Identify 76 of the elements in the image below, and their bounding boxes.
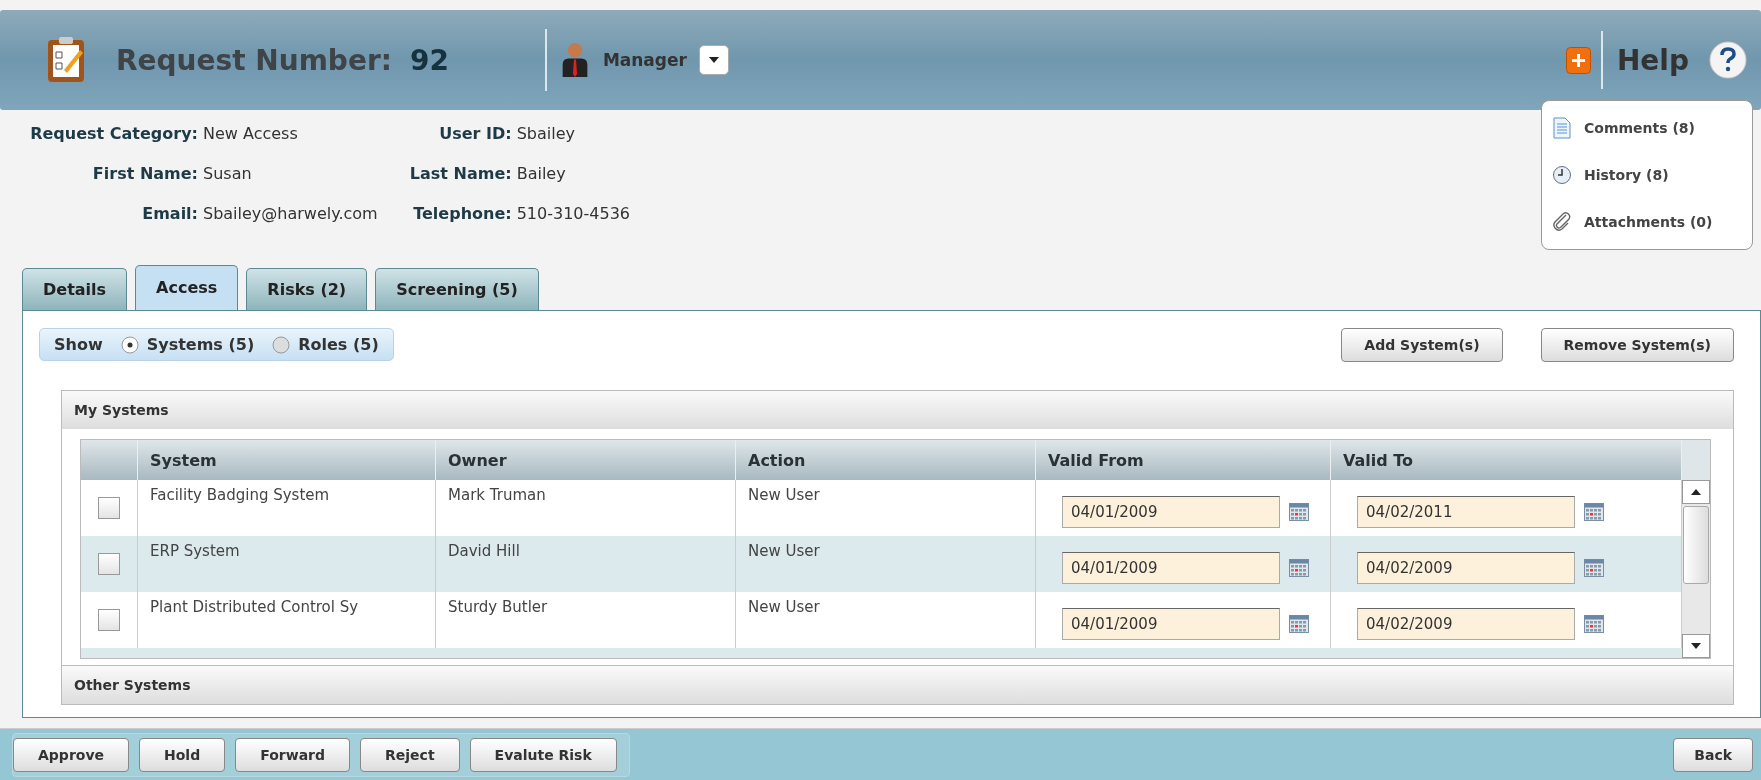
request-number-label: Request Number: [116, 43, 392, 77]
side-link[interactable]: History (8) [1584, 167, 1669, 183]
table-cell: David Hill [436, 536, 736, 592]
arrow-up-icon [1691, 489, 1701, 495]
document-icon [1552, 117, 1572, 140]
column-header[interactable]: Action [736, 440, 1036, 480]
date-field[interactable]: 04/01/2009 [1062, 496, 1280, 528]
side-link[interactable]: Comments (8) [1584, 120, 1695, 137]
arrow-down-icon [1691, 643, 1701, 649]
footer-button[interactable]: Forward [235, 738, 350, 772]
field-label: Telephone: [412, 204, 512, 223]
footer-button[interactable]: Hold [139, 738, 226, 772]
tab[interactable]: Details [22, 268, 128, 310]
column-header[interactable]: Owner [436, 440, 736, 480]
help-link[interactable]: Help [1616, 43, 1689, 77]
checkbox[interactable] [98, 497, 120, 519]
header-cell [81, 440, 138, 480]
action-button[interactable]: Remove System(s) [1540, 327, 1734, 362]
footer-button[interactable]: Reject [360, 738, 460, 772]
tab[interactable]: Risks (2) [246, 268, 368, 310]
column-header[interactable]: Valid To [1331, 440, 1682, 480]
field-label: Last Name: [408, 164, 512, 183]
radio-label[interactable]: Systems (5) [146, 335, 255, 354]
field-value: Susan [203, 164, 253, 183]
calendar-icon[interactable] [1288, 503, 1310, 521]
add-button[interactable] [1565, 46, 1591, 74]
calendar-icon[interactable] [1288, 559, 1310, 577]
checkbox[interactable] [98, 609, 120, 631]
action-button[interactable]: Add System(s) [1341, 327, 1503, 362]
calendar-icon[interactable] [1583, 559, 1605, 577]
field-value: Sbailey@harwely.com [203, 204, 378, 223]
show-label: Show [54, 335, 103, 354]
radio-label[interactable]: Roles (5) [298, 335, 379, 354]
section-header[interactable]: Other Systems [62, 665, 1733, 704]
date-field[interactable]: 04/02/2009 [1357, 608, 1575, 640]
field-value: New Access [203, 124, 299, 143]
field-value: 510-310-4536 [516, 204, 630, 223]
column-header[interactable]: Valid From [1036, 440, 1331, 480]
footer-button[interactable]: Approve [13, 738, 130, 772]
radio-button[interactable] [120, 335, 139, 354]
side-link[interactable]: Attachments (0) [1584, 213, 1713, 230]
help-icon[interactable] [1709, 41, 1747, 79]
request-number: 92 [409, 43, 449, 77]
caret-icon [707, 56, 720, 64]
field-label: First Name: [91, 164, 198, 183]
checkbox[interactable] [98, 553, 120, 575]
clock-icon [1552, 164, 1572, 186]
table-cell: New User [736, 536, 1036, 592]
back-button[interactable]: Back [1673, 738, 1753, 772]
header-cell [1682, 440, 1710, 480]
role-label: Manager [602, 50, 687, 70]
calendar-icon[interactable] [1583, 503, 1605, 521]
table-cell: ERP System [138, 536, 436, 592]
paperclip-icon [1552, 210, 1572, 233]
person-icon [560, 42, 589, 78]
field-label: Email: [141, 204, 198, 223]
radio-button[interactable] [272, 335, 291, 354]
role-dropdown[interactable] [698, 45, 729, 75]
tab[interactable]: Access [135, 265, 239, 310]
scrollbar-thumb[interactable] [1683, 506, 1709, 584]
scroll-down-button[interactable] [1682, 634, 1710, 658]
date-field[interactable]: 04/02/2009 [1357, 552, 1575, 584]
field-label: Request Category: [29, 124, 198, 143]
calendar-icon[interactable] [1288, 615, 1310, 633]
tab[interactable]: Screening (5) [375, 268, 539, 310]
column-header[interactable]: System [138, 440, 436, 480]
footer-button[interactable]: Evalute Risk [469, 738, 617, 772]
section-header[interactable]: My Systems [62, 391, 1733, 429]
scroll-up-button[interactable] [1682, 480, 1710, 504]
calendar-icon[interactable] [1583, 615, 1605, 633]
date-field[interactable]: 04/01/2009 [1062, 608, 1280, 640]
field-value: Bailey [516, 164, 567, 183]
field-label: User ID: [438, 124, 512, 143]
date-field[interactable]: 04/02/2011 [1357, 496, 1575, 528]
date-field[interactable]: 04/01/2009 [1062, 552, 1280, 584]
field-value: Sbailey [516, 124, 576, 143]
